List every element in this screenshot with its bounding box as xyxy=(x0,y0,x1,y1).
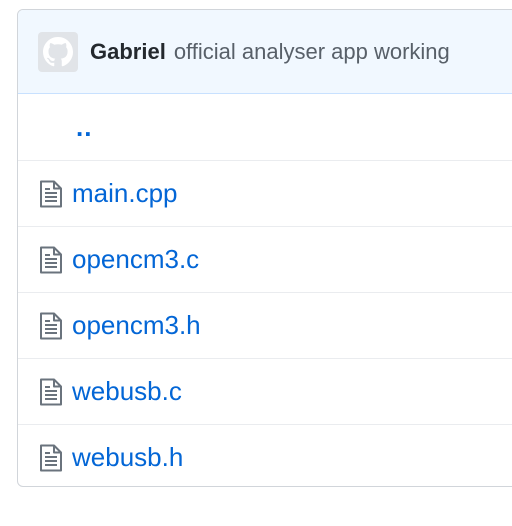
file-icon xyxy=(40,312,62,339)
file-link[interactable]: webusb.h xyxy=(72,442,183,473)
file-list-box: Gabriel official analyser app working ..… xyxy=(17,9,512,487)
file-icon xyxy=(40,378,62,405)
file-link[interactable]: opencm3.h xyxy=(72,310,201,341)
file-row-main-cpp[interactable]: main.cpp xyxy=(18,160,512,226)
file-row-opencm3-c[interactable]: opencm3.c xyxy=(18,226,512,292)
file-icon xyxy=(40,180,62,207)
file-row-webusb-h[interactable]: webusb.h xyxy=(18,424,512,486)
file-link[interactable]: opencm3.c xyxy=(72,244,199,275)
file-link[interactable]: webusb.c xyxy=(72,376,182,407)
parent-directory-row[interactable]: .. xyxy=(18,94,512,160)
file-icon xyxy=(40,246,62,273)
commit-message[interactable]: official analyser app working xyxy=(174,39,450,65)
parent-directory-link[interactable]: .. xyxy=(76,112,92,143)
latest-commit-header: Gabriel official analyser app working xyxy=(18,10,512,94)
octocat-avatar-icon[interactable] xyxy=(38,31,78,72)
commit-author[interactable]: Gabriel xyxy=(90,39,166,65)
file-row-opencm3-h[interactable]: opencm3.h xyxy=(18,292,512,358)
file-icon xyxy=(40,444,62,471)
file-row-webusb-c[interactable]: webusb.c xyxy=(18,358,512,424)
file-link[interactable]: main.cpp xyxy=(72,178,178,209)
